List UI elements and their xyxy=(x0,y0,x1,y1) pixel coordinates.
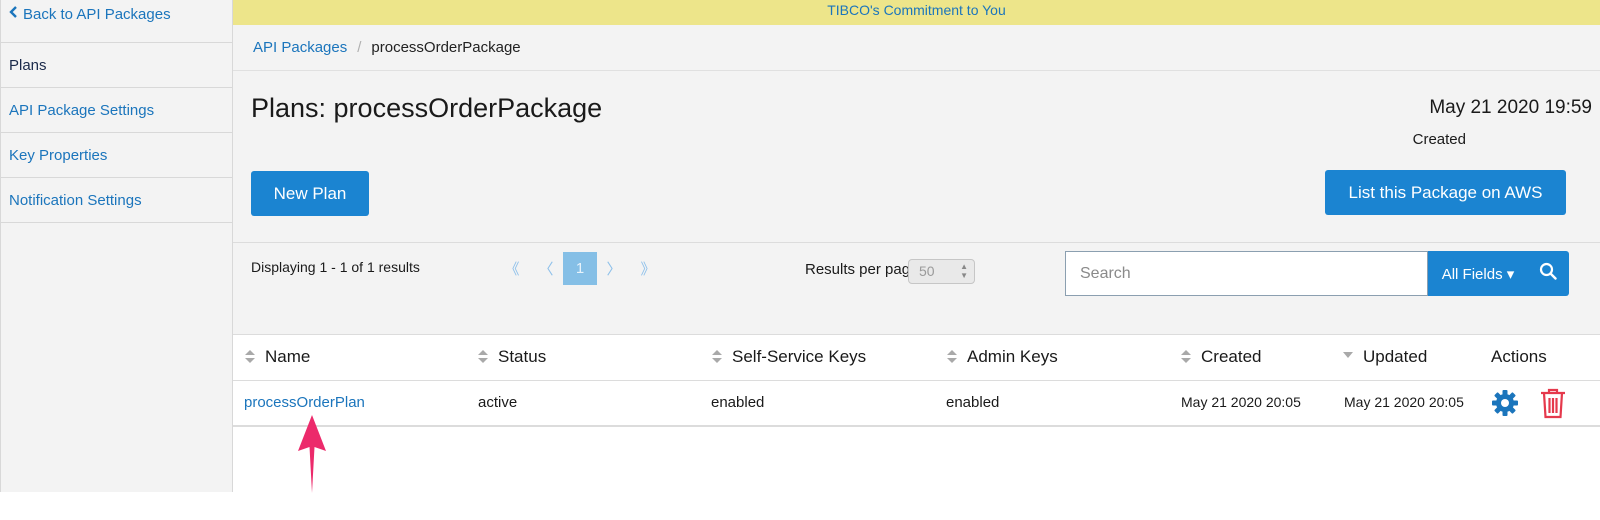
search-button[interactable] xyxy=(1526,251,1569,296)
sidebar: Back to API Packages Plans API Package S… xyxy=(0,0,233,492)
trash-icon[interactable] xyxy=(1539,387,1567,419)
app-root: Back to API Packages Plans API Package S… xyxy=(0,0,1600,520)
chevron-left-icon xyxy=(9,6,23,21)
column-label: Actions xyxy=(1491,347,1547,366)
sort-descending-icon xyxy=(1343,350,1353,364)
column-label: Name xyxy=(265,347,311,366)
table-header: Name Status Self-Service Keys Admin Keys… xyxy=(233,335,1600,381)
plans-table: Name Status Self-Service Keys Admin Keys… xyxy=(233,335,1600,427)
sidebar-item-key-properties[interactable]: Key Properties xyxy=(1,133,232,178)
sidebar-item-plans[interactable]: Plans xyxy=(1,43,232,88)
select-arrows-icon: ▲ ▼ xyxy=(960,262,968,280)
banner-text[interactable]: TIBCO's Commitment to You xyxy=(827,2,1006,18)
search-input[interactable]: Search xyxy=(1065,251,1428,296)
back-link-label: Back to API Packages xyxy=(23,6,171,23)
table-row: processOrderPlan active enabled enabled … xyxy=(233,381,1600,427)
back-to-api-packages-link[interactable]: Back to API Packages xyxy=(1,0,232,43)
plan-admin-keys: enabled xyxy=(946,394,1000,411)
sort-icon xyxy=(947,350,957,364)
pager-prev-button[interactable]: 〈 xyxy=(529,252,563,285)
column-header-actions: Actions xyxy=(1491,347,1547,367)
created-label: Created xyxy=(1412,131,1466,148)
column-header-updated[interactable]: Updated xyxy=(1343,347,1427,367)
results-per-page-select[interactable]: 50 ▲ ▼ xyxy=(908,259,975,284)
breadcrumb: API Packages / processOrderPackage xyxy=(233,25,1600,71)
column-header-created[interactable]: Created xyxy=(1181,347,1261,367)
pager-first-button[interactable]: 《 xyxy=(495,252,529,285)
created-date: May 21 2020 19:59 xyxy=(1429,97,1592,118)
list-on-aws-button[interactable]: List this Package on AWS xyxy=(1325,170,1566,215)
sort-icon xyxy=(478,350,488,364)
column-label: Status xyxy=(498,347,547,366)
sidebar-item-label: Plans xyxy=(9,56,47,74)
results-per-page-value: 50 xyxy=(919,263,935,279)
plan-self-service-keys: enabled xyxy=(711,394,765,411)
sort-icon xyxy=(712,350,722,364)
breadcrumb-api-packages-link[interactable]: API Packages xyxy=(253,39,347,56)
search-placeholder: Search xyxy=(1080,265,1131,282)
column-header-self-service-keys[interactable]: Self-Service Keys xyxy=(712,347,866,367)
sidebar-item-api-package-settings[interactable]: API Package Settings xyxy=(1,88,232,133)
pagination: 《 〈 1 〉 》 xyxy=(495,252,665,285)
pager-last-button[interactable]: 》 xyxy=(631,252,665,285)
all-fields-dropdown[interactable]: All Fields ▾ xyxy=(1428,251,1528,296)
column-label: Created xyxy=(1201,347,1262,366)
sidebar-item-label: API Package Settings xyxy=(9,101,155,119)
sort-icon xyxy=(245,350,255,364)
sidebar-item-notification-settings[interactable]: Notification Settings xyxy=(1,178,232,223)
pager-next-button[interactable]: 〉 xyxy=(597,252,631,285)
page-title: Plans: processOrderPackage xyxy=(251,93,603,123)
column-header-status[interactable]: Status xyxy=(478,347,546,367)
pager-page-1[interactable]: 1 xyxy=(563,252,597,285)
sidebar-item-label: Notification Settings xyxy=(9,191,142,209)
sidebar-item-label: Key Properties xyxy=(9,146,108,164)
commitment-banner[interactable]: TIBCO's Commitment to You xyxy=(233,0,1600,25)
page-header: API Packages / processOrderPackage Plans… xyxy=(233,25,1600,243)
column-label: Admin Keys xyxy=(967,347,1058,366)
arrow-up-icon xyxy=(294,413,330,495)
results-toolbar: Displaying 1 - 1 of 1 results 《 〈 1 〉 》 … xyxy=(233,243,1600,335)
breadcrumb-separator: / xyxy=(357,39,362,56)
column-header-name[interactable]: Name xyxy=(245,347,310,367)
search-icon xyxy=(1539,262,1557,285)
results-per-page-label: Results per page: xyxy=(805,261,923,278)
plan-status: active xyxy=(478,394,518,411)
column-label: Updated xyxy=(1363,347,1428,366)
breadcrumb-current: processOrderPackage xyxy=(371,39,521,56)
plan-updated: May 21 2020 20:05 xyxy=(1344,394,1464,410)
plan-created: May 21 2020 20:05 xyxy=(1181,394,1301,410)
all-fields-label: All Fields ▾ xyxy=(1441,265,1515,283)
gear-icon[interactable] xyxy=(1490,388,1520,418)
plan-name-link[interactable]: processOrderPlan xyxy=(244,394,365,411)
column-label: Self-Service Keys xyxy=(732,347,867,366)
results-count: Displaying 1 - 1 of 1 results xyxy=(251,259,420,275)
new-plan-button[interactable]: New Plan xyxy=(251,171,369,216)
column-header-admin-keys[interactable]: Admin Keys xyxy=(947,347,1058,367)
sort-icon xyxy=(1181,350,1191,364)
